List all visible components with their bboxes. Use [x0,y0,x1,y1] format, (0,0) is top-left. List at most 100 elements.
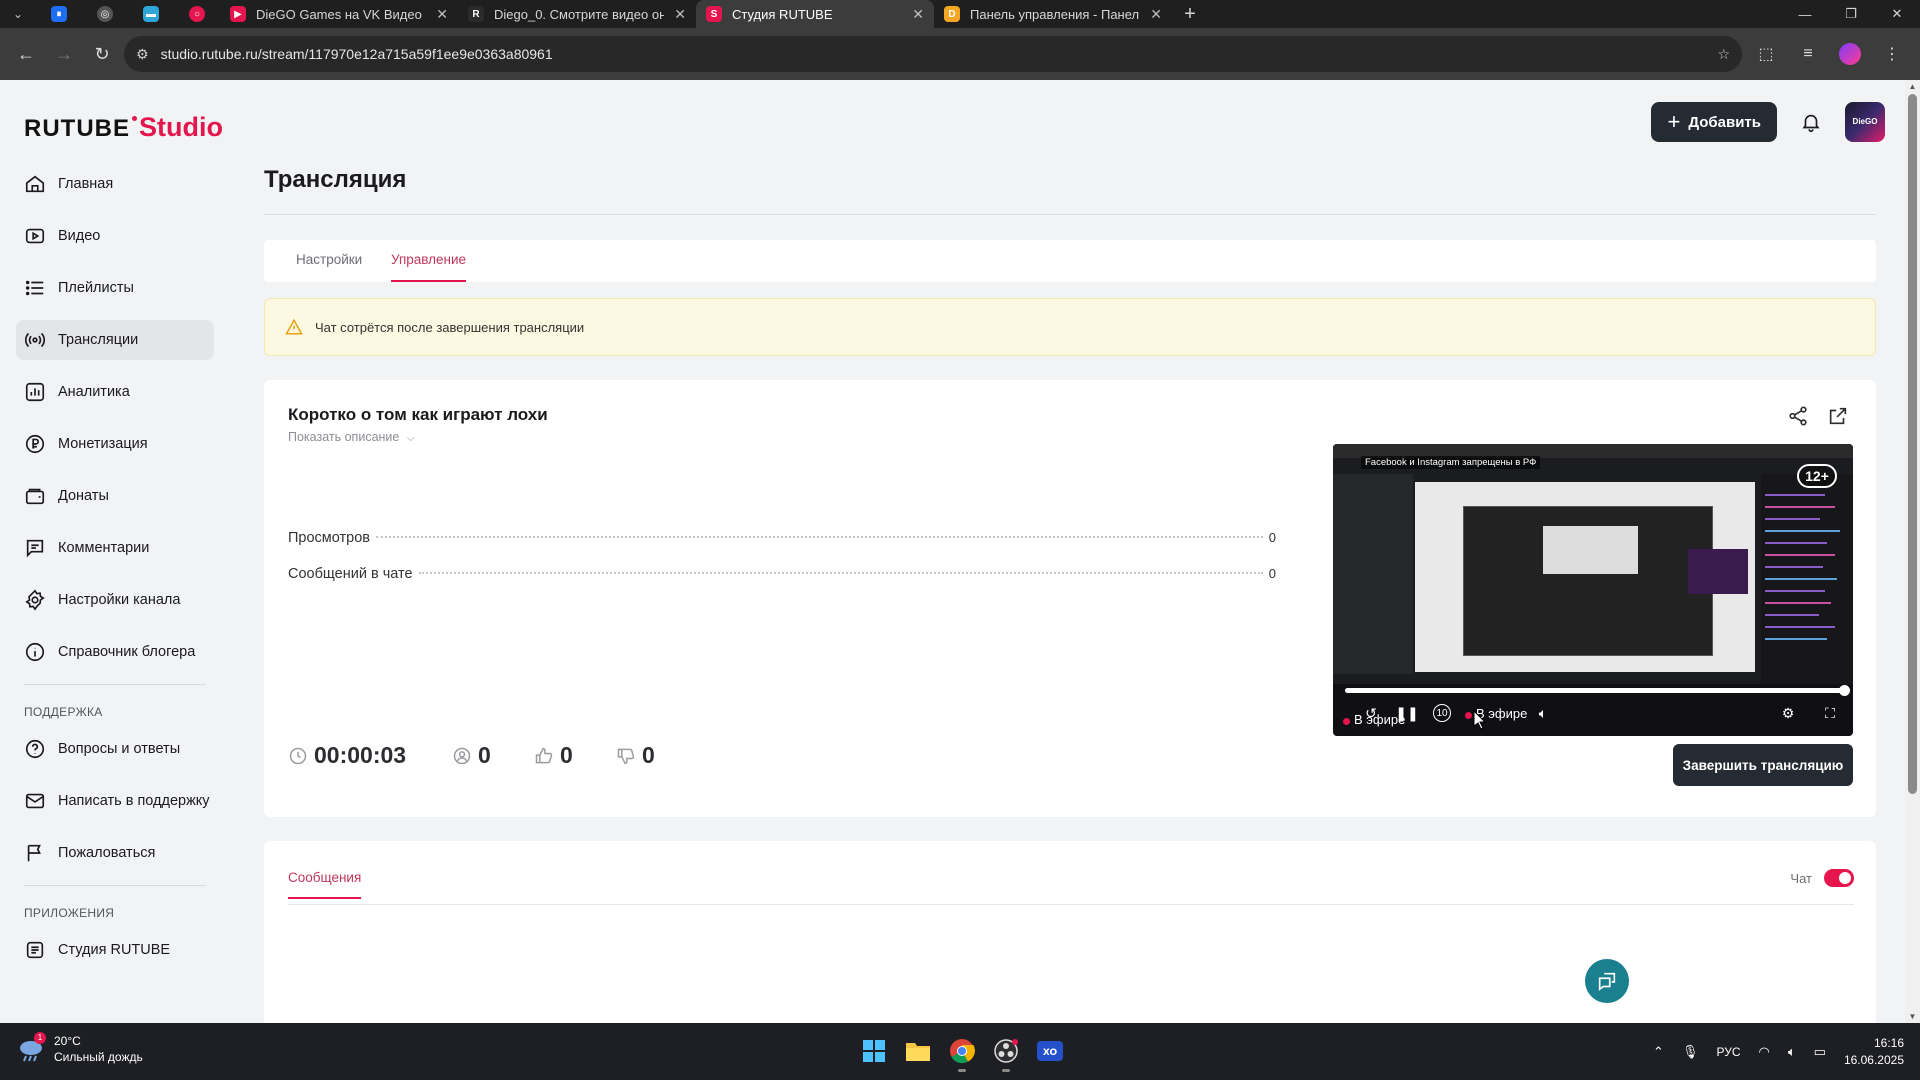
volume-icon[interactable]: 🔈︎ [1531,702,1555,724]
scrollbar-thumb[interactable] [1908,94,1917,794]
sidebar-item-analytics[interactable]: Аналитика [16,372,214,412]
video-notice-text: Facebook и Instagram запрещены в РФ [1361,456,1541,469]
skip-10-label: 10 [1433,704,1451,722]
video-frame [1333,444,1853,684]
microphone-icon[interactable]: 🎙︎ [1682,1044,1699,1060]
help-chat-button[interactable] [1585,959,1629,1003]
temperature: 20°C [54,1034,81,1048]
tab-search-icon[interactable]: ⌄ [0,0,36,28]
tab-title: Студия RUTUBE [732,6,833,22]
wifi-icon[interactable]: ◠ [1758,1044,1769,1060]
pinned-tab-2[interactable]: ◎ [82,0,128,28]
tray-overflow-chevron-icon[interactable]: ⌃ [1653,1044,1664,1060]
sidebar-item-label: Студия RUTUBE [58,942,171,958]
sidebar-item-report[interactable]: Пожаловаться [16,833,214,873]
browser-tab-donationalerts[interactable]: D Панель управления - Панель ✕ [934,0,1172,28]
dislikes-stat: 0 [616,742,655,769]
browser-tab-diego[interactable]: R Diego_0. Смотрите видео онла ✕ [458,0,696,28]
new-tab-button[interactable]: + [1172,0,1208,28]
tab-settings[interactable]: Настройки [296,252,362,282]
profile-icon[interactable] [1832,38,1868,70]
clock[interactable]: 16:16 16.06.2025 [1844,1035,1904,1069]
sidebar-item-label: Аналитика [58,384,130,400]
sidebar-item-faq[interactable]: Вопросы и ответы [16,729,214,769]
viewers-stat: 0 [452,742,491,769]
pinned-tab-3[interactable]: ▬ [128,0,174,28]
bookmark-star-icon[interactable]: ☆ [1717,46,1730,63]
add-button[interactable]: + Добавить [1651,102,1777,142]
file-explorer-icon[interactable] [902,1035,934,1067]
scroll-up-icon[interactable]: ▲ [1908,82,1917,91]
forward-icon[interactable]: → [48,38,80,70]
sidebar-item-studio-app[interactable]: Студия RUTUBE [16,930,214,970]
browser-tab-vk[interactable]: ▶ DieGO Games на VK Видео Liv ✕ [220,0,458,28]
language-indicator[interactable]: РУС [1716,1045,1740,1059]
sidebar-item-home[interactable]: Главная [16,164,214,204]
close-tab-icon[interactable]: ✕ [436,6,448,23]
live-indicator-dot [1465,712,1472,719]
battery-icon[interactable]: ▭ [1814,1044,1826,1060]
reload-icon[interactable]: ↻ [86,38,118,70]
share-icon[interactable] [1787,405,1809,427]
page-scrollbar[interactable]: ▲ ▼ [1905,80,1920,1023]
sidebar-item-video[interactable]: Видео [16,216,214,256]
chat-toggle[interactable] [1824,869,1854,887]
tab-management[interactable]: Управление [391,252,467,282]
duration-stat: 00:00:03 [288,742,406,769]
browser-menu-icon[interactable]: ⋮ [1874,38,1910,70]
sidebar-item-broadcasts[interactable]: Трансляции [16,320,214,360]
alert-text: Чат сотрётся после завершения трансляции [315,319,585,335]
sidebar-item-label: Пожаловаться [58,845,156,861]
clock-date: 16.06.2025 [1843,1052,1904,1067]
pause-icon[interactable]: ❚❚ [1395,702,1418,724]
channel-avatar[interactable]: DieGO [1845,102,1885,142]
windows-start-icon[interactable] [858,1035,890,1067]
end-stream-button[interactable]: Завершить трансляцию [1673,744,1853,786]
tab-title: Diego_0. Смотрите видео онла [494,6,665,22]
sidebar-item-monetization[interactable]: Монетизация [16,424,214,464]
stream-preview-player[interactable]: Facebook и Instagram запрещены в РФ 12+ … [1333,444,1853,736]
close-tab-icon[interactable]: ✕ [912,6,924,23]
stream-title: Коротко о том как играют лохи [288,405,548,424]
tab-messages[interactable]: Сообщения [288,870,362,899]
rutube-studio-logo[interactable]: RUTUBE Studio [24,112,223,143]
skip-10-icon[interactable]: 10 [1431,702,1453,724]
back-icon[interactable]: ← [10,38,42,70]
minimize-icon[interactable]: — [1782,0,1828,28]
fullscreen-icon[interactable]: ⛶ [1819,702,1841,724]
url-field[interactable]: ⚙ studio.rutube.ru/stream/117970e12a715a… [124,36,1742,72]
close-window-icon[interactable]: ✕ [1874,0,1920,28]
close-tab-icon[interactable]: ✕ [1150,6,1162,23]
sidebar-item-channel-settings[interactable]: Настройки канала [16,580,214,620]
open-external-icon[interactable] [1827,405,1849,427]
obs-icon[interactable] [990,1035,1022,1072]
progress-knob[interactable] [1839,685,1850,696]
weather-badge: 1 [34,1032,46,1044]
gear-icon [25,589,45,611]
weather-widget[interactable]: 1 20°C Сильный дождь [16,1032,143,1065]
site-info-icon[interactable]: ⚙ [136,46,149,63]
rewind-icon[interactable]: ↺ [1361,702,1381,724]
xbox-app-icon[interactable]: XO [1034,1035,1066,1067]
player-settings-icon[interactable]: ⚙ [1777,702,1799,724]
video-progress-bar[interactable] [1345,685,1850,696]
sidebar-item-write-support[interactable]: Написать в поддержку [16,781,214,821]
sidebar-item-donations[interactable]: Донаты [16,476,214,516]
sidebar-item-playlists[interactable]: Плейлисты [16,268,214,308]
sidebar-item-blogger-guide[interactable]: Справочник блогера [16,632,214,672]
extensions-icon[interactable]: ⬚ [1748,38,1784,70]
browser-tab-studio[interactable]: S Студия RUTUBE ✕ [696,0,934,28]
close-tab-icon[interactable]: ✕ [674,6,686,23]
pinned-tab-4[interactable]: ○ [174,0,220,28]
scroll-down-icon[interactable]: ▼ [1908,1012,1917,1021]
media-controls-icon[interactable]: ≡ [1790,38,1826,70]
pinned-tab-1[interactable]: ⏸ [36,0,82,28]
chrome-icon[interactable] [946,1035,978,1072]
sidebar-item-comments[interactable]: Комментарии [16,528,214,568]
flag-icon [27,844,41,862]
warning-icon [285,318,303,335]
show-description-toggle[interactable]: Показать описание ⌵ [288,430,414,444]
notifications-bell-icon[interactable] [1797,108,1825,136]
speaker-icon[interactable]: 🔈︎ [1788,1044,1796,1060]
maximize-icon[interactable]: ❐ [1828,0,1874,28]
